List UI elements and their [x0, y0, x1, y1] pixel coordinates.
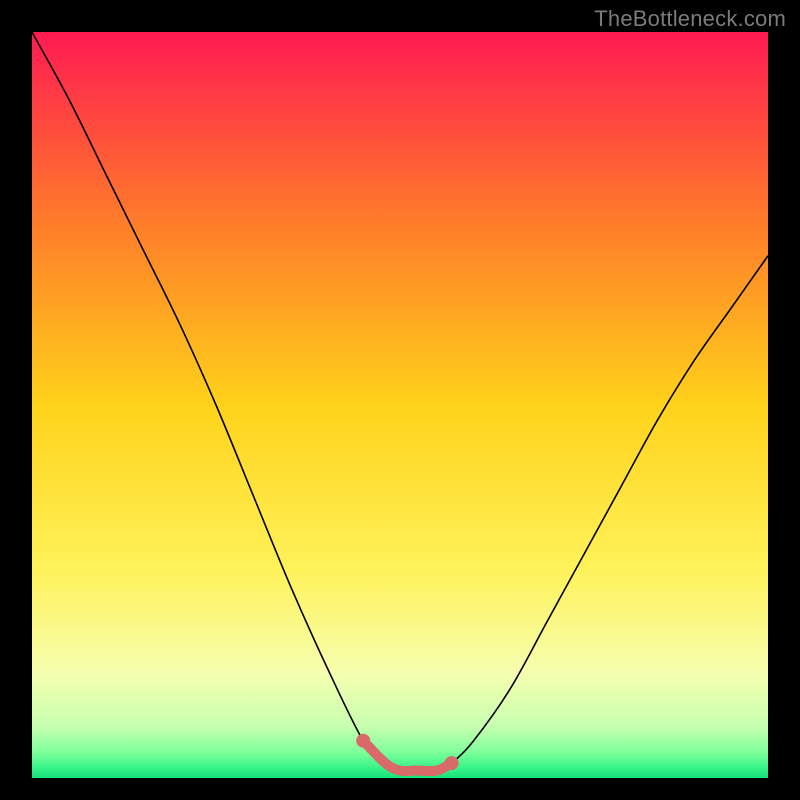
highlight-endpoint [445, 756, 459, 770]
chart-frame: TheBottleneck.com [0, 0, 800, 800]
bottleneck-chart [32, 32, 768, 778]
highlight-endpoint [356, 734, 370, 748]
watermark-text: TheBottleneck.com [594, 6, 786, 32]
gradient-background [32, 32, 768, 778]
plot-area [32, 32, 768, 778]
